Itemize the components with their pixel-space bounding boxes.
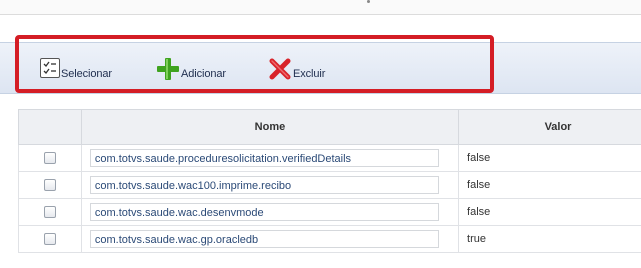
nome-cell: com.totvs.saude.wac.gp.oracledb [80, 225, 460, 253]
row-checkbox[interactable] [43, 206, 56, 218]
row-checkbox[interactable] [43, 233, 56, 245]
nome-cell: com.totvs.saude.wac.desenvmode [80, 198, 460, 226]
row-checkbox-cell [18, 171, 82, 199]
valor-cell: false [458, 198, 641, 226]
add-button[interactable]: Adicionar [156, 54, 226, 84]
table-row[interactable]: com.totvs.saude.wac100.imprime.recibo fa… [18, 171, 641, 199]
row-checkbox-cell [18, 144, 82, 172]
nome-field[interactable]: com.totvs.saude.wac100.imprime.recibo [89, 176, 439, 194]
delete-button-label: Excluir [293, 67, 326, 80]
valor-value[interactable]: false [459, 152, 490, 164]
plus-icon [157, 58, 179, 80]
nome-field[interactable]: com.totvs.saude.proceduresolicitation.ve… [89, 149, 439, 167]
valor-value[interactable]: false [459, 206, 490, 218]
row-checkbox[interactable] [43, 179, 56, 191]
top-strip [0, 0, 641, 15]
table-row[interactable]: com.totvs.saude.wac.gp.oracledb true [18, 225, 641, 253]
select-button-label: Selecionar [61, 67, 112, 80]
header-nome[interactable]: Nome [80, 109, 460, 145]
row-checkbox-cell [18, 225, 82, 253]
nome-field[interactable]: com.totvs.saude.wac.gp.oracledb [89, 230, 439, 248]
valor-value[interactable]: false [459, 179, 490, 191]
row-checkbox[interactable] [43, 152, 56, 164]
table-header-row: Nome Valor [18, 109, 641, 145]
delete-button[interactable]: Excluir [268, 54, 325, 84]
valor-cell: false [458, 171, 641, 199]
valor-cell: false [458, 144, 641, 172]
nome-cell: com.totvs.saude.proceduresolicitation.ve… [80, 144, 460, 172]
top-dot [367, 0, 370, 3]
header-select-column [18, 109, 82, 145]
header-valor[interactable]: Valor [458, 109, 641, 145]
row-checkbox-cell [18, 198, 82, 226]
valor-cell: true [458, 225, 641, 253]
x-icon [269, 58, 291, 80]
select-button[interactable]: Selecionar [40, 54, 112, 84]
table-row[interactable]: com.totvs.saude.wac.desenvmode false [18, 198, 641, 226]
checklist-icon [40, 58, 60, 78]
table-row[interactable]: com.totvs.saude.proceduresolicitation.ve… [18, 144, 641, 172]
valor-value[interactable]: true [459, 233, 486, 245]
nome-cell: com.totvs.saude.wac100.imprime.recibo [80, 171, 460, 199]
nome-field[interactable]: com.totvs.saude.wac.desenvmode [89, 203, 439, 221]
add-button-label: Adicionar [181, 67, 226, 80]
parameters-table: Nome Valor com.totvs.saude.proceduresoli… [18, 109, 641, 253]
